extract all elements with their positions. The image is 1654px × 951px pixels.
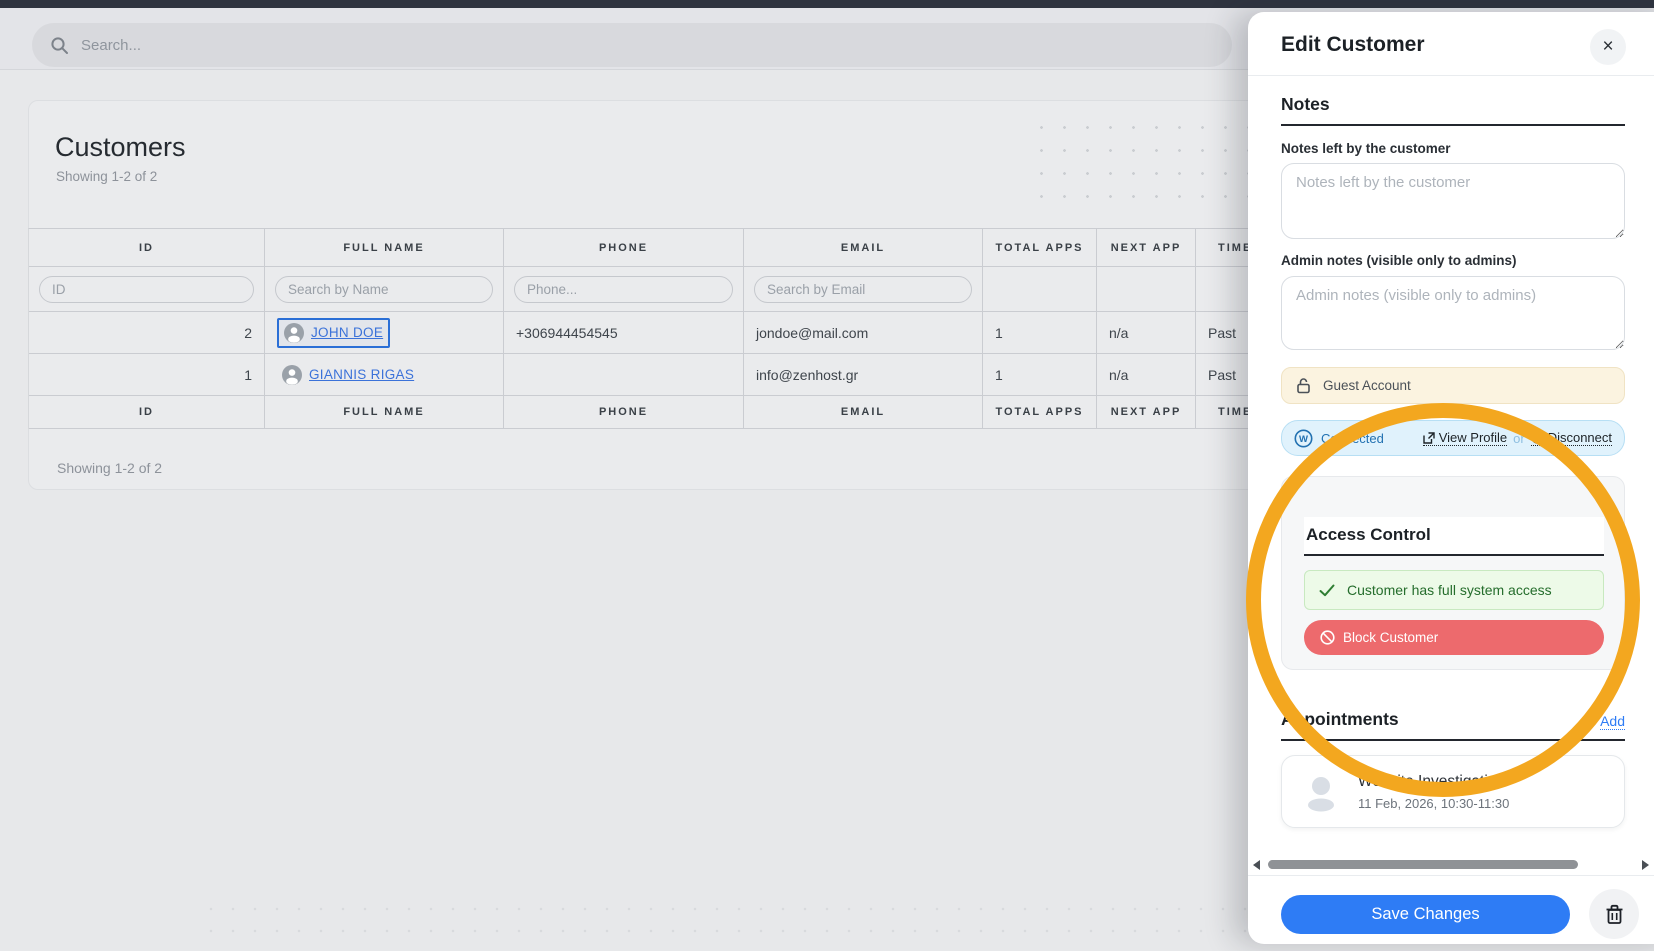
filter-email-input[interactable]	[754, 276, 972, 303]
scroll-right-arrow-icon[interactable]	[1642, 860, 1649, 870]
cell-id: 1	[29, 354, 265, 395]
cell-name: GIANNIS RIGAS	[265, 354, 504, 395]
admin-notes-textarea[interactable]	[1281, 276, 1625, 350]
wordpress-connection-bar: W Connected View Profile or	[1281, 420, 1625, 456]
filter-cell-total	[983, 267, 1097, 311]
wordpress-connected-label: Connected	[1321, 431, 1384, 446]
col-header-total-apps[interactable]: TOTAL APPS	[983, 229, 1097, 266]
col-footer-full-name: FULL NAME	[265, 396, 504, 428]
global-search[interactable]	[32, 23, 1232, 67]
cell-total-apps: 1	[983, 312, 1097, 353]
avatar	[282, 365, 302, 385]
filter-phone-input[interactable]	[514, 276, 733, 303]
cell-phone	[504, 354, 744, 395]
save-changes-button[interactable]: Save Changes	[1281, 895, 1570, 934]
admin-notes-label: Admin notes (visible only to admins)	[1281, 253, 1625, 268]
appointment-info: Website Investigation 11 Feb, 2026, 10:3…	[1358, 773, 1509, 811]
access-status-label: Customer has full system access	[1347, 582, 1552, 598]
customer-notes-textarea[interactable]	[1281, 163, 1625, 239]
filter-name-input[interactable]	[275, 276, 493, 303]
footer-divider	[1248, 875, 1654, 876]
wordpress-actions: View Profile or Disconnect	[1423, 430, 1612, 446]
access-status-alert: Customer has full system access	[1304, 570, 1604, 610]
cell-name: JOHN DOE	[265, 312, 504, 353]
cell-email: jondoe@mail.com	[744, 312, 983, 353]
customer-name[interactable]: GIANNIS RIGAS	[277, 362, 419, 388]
scrollbar-thumb[interactable]	[1268, 860, 1578, 869]
customer-link[interactable]: GIANNIS RIGAS	[309, 367, 414, 382]
appointments-heading: Appointments + Add	[1281, 709, 1625, 741]
avatar	[284, 323, 304, 343]
search-input[interactable]	[81, 37, 981, 54]
customer-link[interactable]: JOHN DOE	[311, 325, 383, 340]
close-icon[interactable]: ×	[1590, 29, 1626, 65]
horizontal-scrollbar[interactable]	[1248, 857, 1654, 871]
trash-icon	[1605, 904, 1624, 925]
filter-id-input[interactable]	[39, 276, 254, 303]
add-appointment-link[interactable]: + Add	[1586, 712, 1625, 730]
access-control-card: Access Control Customer has full system …	[1281, 476, 1625, 670]
appointments-title: Appointments	[1281, 709, 1399, 730]
search-icon	[50, 36, 69, 55]
block-icon	[1320, 630, 1335, 645]
cell-email: info@zenhost.gr	[744, 354, 983, 395]
notes-heading: Notes	[1281, 94, 1625, 126]
col-footer-email: EMAIL	[744, 396, 983, 428]
appointment-avatar	[1300, 771, 1342, 813]
view-profile-link[interactable]: View Profile	[1423, 430, 1507, 446]
col-footer-total-apps: TOTAL APPS	[983, 396, 1097, 428]
edit-customer-panel: Edit Customer × Notes Notes left by the …	[1248, 12, 1654, 944]
cell-next-app: n/a	[1097, 312, 1196, 353]
delete-customer-button[interactable]	[1589, 889, 1639, 939]
showing-count-footer: Showing 1-2 of 2	[57, 460, 162, 476]
wordpress-icon: W	[1294, 429, 1313, 448]
filter-cell-name	[265, 267, 504, 311]
top-window-strip	[0, 0, 1654, 8]
appointment-title: Website Investigation	[1358, 773, 1509, 791]
filter-cell-id	[29, 267, 265, 311]
col-header-next-app[interactable]: NEXT APP	[1097, 229, 1196, 266]
panel-title: Edit Customer	[1281, 33, 1625, 57]
col-footer-id: ID	[29, 396, 265, 428]
filter-cell-phone	[504, 267, 744, 311]
block-icon	[1531, 431, 1544, 444]
filter-cell-email	[744, 267, 983, 311]
block-customer-label: Block Customer	[1343, 630, 1438, 645]
external-link-icon	[1423, 432, 1435, 444]
customer-name-focused[interactable]: JOHN DOE	[277, 318, 390, 348]
guest-account-badge: Guest Account	[1281, 367, 1625, 404]
col-header-phone[interactable]: PHONE	[504, 229, 744, 266]
cell-id: 2	[29, 312, 265, 353]
col-header-id[interactable]: ID	[29, 229, 265, 266]
cell-next-app: n/a	[1097, 354, 1196, 395]
dot-grid-decoration-bottom	[200, 898, 1248, 951]
or-label: or	[1513, 431, 1525, 446]
appointment-time: 11 Feb, 2026, 10:30-11:30	[1358, 796, 1509, 811]
check-icon	[1319, 584, 1335, 597]
disconnect-link[interactable]: Disconnect	[1531, 430, 1612, 446]
cell-total-apps: 1	[983, 354, 1097, 395]
cell-phone: +306944454545	[504, 312, 744, 353]
access-control-heading: Access Control	[1304, 517, 1604, 556]
appointment-card[interactable]: Website Investigation 11 Feb, 2026, 10:3…	[1281, 755, 1625, 828]
col-footer-phone: PHONE	[504, 396, 744, 428]
block-customer-button[interactable]: Block Customer	[1304, 620, 1604, 655]
customer-notes-label: Notes left by the customer	[1281, 141, 1625, 156]
disconnect-label: Disconnect	[1548, 430, 1612, 445]
col-header-email[interactable]: EMAIL	[744, 229, 983, 266]
showing-count: Showing 1-2 of 2	[56, 169, 157, 184]
view-profile-label: View Profile	[1439, 430, 1507, 445]
guest-account-label: Guest Account	[1323, 378, 1411, 393]
col-header-full-name[interactable]: FULL NAME	[265, 229, 504, 266]
col-footer-next-app: NEXT APP	[1097, 396, 1196, 428]
add-label: Add	[1600, 713, 1625, 730]
filter-cell-next	[1097, 267, 1196, 311]
page-title: Customers	[55, 132, 186, 163]
lock-icon	[1296, 377, 1311, 394]
plus-icon: +	[1586, 712, 1595, 730]
divider	[1248, 75, 1654, 76]
dot-grid-decoration	[1030, 116, 1250, 216]
scroll-left-arrow-icon[interactable]	[1253, 860, 1260, 870]
svg-text:W: W	[1299, 434, 1308, 445]
